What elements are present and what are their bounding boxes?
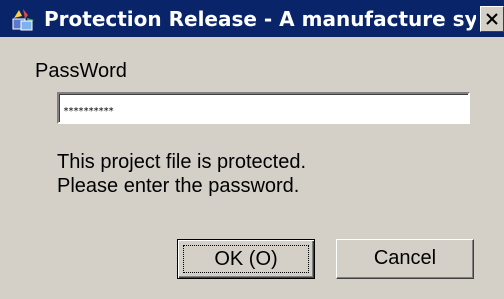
ok-button-label: OK (O)	[183, 245, 309, 273]
close-button[interactable]	[480, 6, 504, 32]
cancel-button[interactable]: Cancel	[336, 239, 474, 279]
password-label: PassWord	[35, 60, 127, 82]
close-icon	[486, 13, 498, 25]
password-input[interactable]	[57, 92, 470, 124]
project-app-icon	[10, 6, 36, 32]
protected-message-line1: This project file is protected.	[57, 151, 306, 173]
window-title: Protection Release - A manufacture syst.…	[44, 7, 476, 31]
protection-release-dialog: Protection Release - A manufacture syst.…	[0, 0, 504, 299]
title-bar[interactable]: Protection Release - A manufacture syst.…	[0, 0, 504, 37]
protected-message-line2: Please enter the password.	[57, 175, 300, 197]
ok-button[interactable]: OK (O)	[177, 239, 315, 279]
